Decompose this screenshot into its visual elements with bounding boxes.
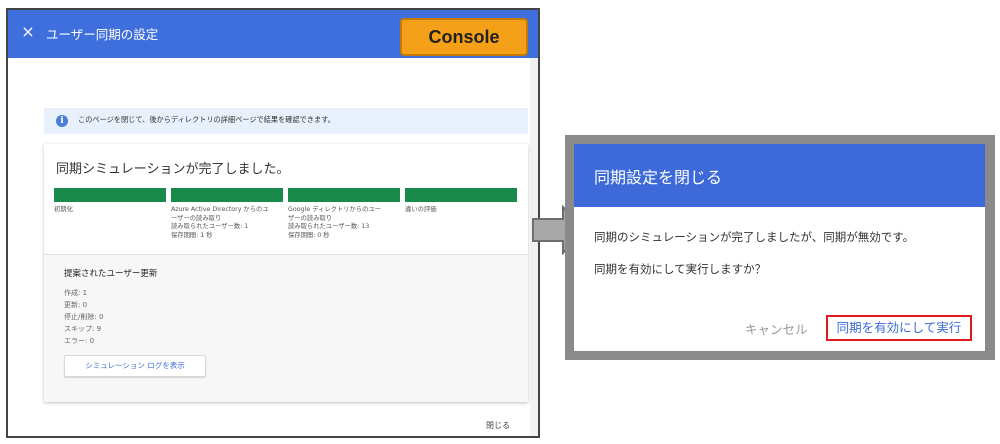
step-label-azure-read: Azure Active Directory からのユ ーザーの読み取り 読み取… (171, 206, 269, 240)
step-line: Azure Active Directory からのユ (171, 206, 269, 213)
cancel-button[interactable]: キャンセル (745, 319, 808, 338)
step-line: ーザーの読み取り (171, 214, 222, 222)
info-banner: i このページを閉じて、後からディレクトリの詳細ページで結果を確認できます。 (44, 108, 528, 134)
proposed-updates-title: 提案されたユーザー更新 (64, 269, 158, 279)
step-label-google-read: Google ディレクトリからのユー ザーの読み取り 読み取られたユーザー数: … (288, 206, 381, 240)
console-badge: Console (400, 18, 528, 56)
step-line: Google ディレクトリからのユー (288, 206, 382, 213)
step-line: 保存期間: 0 秒 (288, 231, 330, 239)
step-line: ザーの読み取り (288, 214, 333, 222)
close-button[interactable]: 閉じる (486, 420, 510, 431)
progress-step-azure-read (171, 188, 283, 202)
panel-header: × ユーザー同期の設定 Console (8, 10, 538, 58)
dialog-message: 同期のシミュレーションが完了しましたが、同期が無効です。 (594, 230, 915, 244)
progress-step-initialize (54, 188, 166, 202)
step-line: 読み取られたユーザー数: 1 (171, 223, 249, 230)
proposed-updates-section: 提案されたユーザー更新 作成: 1 更新: 0 停止/削除: 0 スキップ: 9… (44, 255, 528, 402)
user-sync-settings-panel: × ユーザー同期の設定 Console i このページを閉じて、後からディレクト… (6, 8, 540, 438)
progress-step-evaluate (405, 188, 517, 202)
step-line: 初期化 (54, 206, 73, 213)
count-create: 作成: 1 (64, 289, 88, 297)
step-label-initialize: 初期化 (54, 206, 73, 215)
dialog-header: 同期設定を閉じる (574, 144, 985, 207)
step-line: 違いの評価 (405, 206, 437, 213)
show-simulation-log-button[interactable]: シミュレーション ログを表示 (64, 355, 206, 377)
dialog-title: 同期設定を閉じる (594, 168, 723, 187)
step-line: 読み取られたユーザー数: 13 (288, 223, 370, 230)
info-icon: i (56, 115, 68, 127)
close-sync-settings-dialog: 同期設定を閉じる 同期のシミュレーションが完了しましたが、同期が無効です。 同期… (574, 144, 985, 351)
count-update: 更新: 0 (64, 301, 88, 309)
step-label-evaluate: 違いの評価 (405, 206, 436, 215)
enable-and-run-sync-button[interactable]: 同期を有効にして実行 (826, 315, 972, 341)
step-line: 保存期間: 1 秒 (171, 231, 213, 239)
progress-step-google-read (288, 188, 400, 202)
panel-title: ユーザー同期の設定 (46, 27, 159, 42)
count-suspend-delete: 停止/削除: 0 (64, 313, 104, 321)
count-skip: スキップ: 9 (64, 325, 102, 333)
info-text: このページを閉じて、後からディレクトリの詳細ページで結果を確認できます。 (78, 115, 335, 124)
count-error: エラー: 0 (64, 337, 95, 345)
simulation-title: 同期シミュレーションが完了しました。 (56, 162, 290, 177)
dialog-question: 同期を有効にして実行しますか？ (594, 262, 767, 276)
simulation-card: 同期シミュレーションが完了しました。 初期化 Azure Active Dire… (44, 144, 528, 402)
close-icon[interactable]: × (18, 22, 38, 42)
